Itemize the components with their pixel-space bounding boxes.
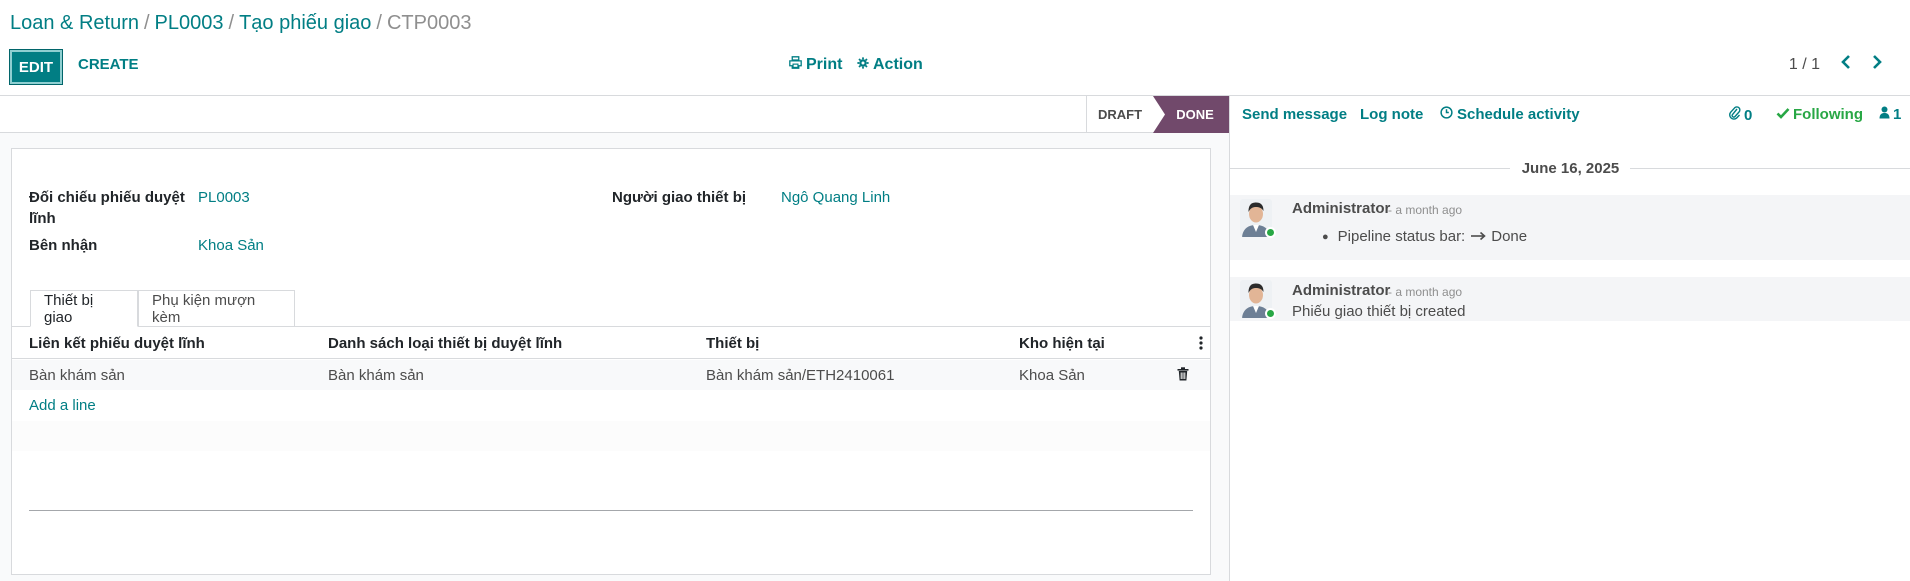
send-message-button[interactable]: Send message [1242, 106, 1347, 123]
gear-icon [857, 56, 869, 74]
control-panel: Loan & Return / PL0003/Tạo phiếu giao / CTP0… [0, 0, 1910, 96]
online-status-dot [1265, 308, 1276, 319]
attachments-button[interactable]: 0 [1729, 106, 1752, 124]
empty-row [12, 421, 1210, 451]
chatter-message: Administrator - a month ago ● Pipeline s… [1230, 195, 1910, 260]
message-author[interactable]: Administrator [1292, 200, 1390, 217]
doi-chieu-label-line2: lĩnh [29, 210, 56, 227]
tab-phu-kien-muon-kem[interactable]: Phụ kiện mượn kèm [138, 290, 295, 327]
log-note-button[interactable]: Log note [1360, 106, 1423, 123]
action-label: Action [873, 56, 923, 73]
stage-draft[interactable]: DRAFT [1086, 96, 1153, 133]
chevron-left-icon [1840, 55, 1852, 73]
ben-nhan-value[interactable]: Khoa Sản [198, 237, 264, 254]
pager-prev-button[interactable] [1835, 52, 1857, 76]
message-time: - a month ago [1388, 285, 1463, 299]
column-header[interactable]: Liên kết phiếu duyệt lĩnh [29, 335, 205, 352]
table-row[interactable]: Bàn khám sản Bàn khám sản Bàn khám sản/E… [12, 360, 1210, 390]
ben-nhan-label: Bên nhận [29, 237, 98, 254]
breadcrumb-item-tao-phieu-giao[interactable]: Tạo phiếu giao [239, 12, 371, 34]
clock-icon [1440, 106, 1453, 123]
table-cell: Bàn khám sản/ETH2410061 [706, 367, 895, 384]
check-icon [1776, 106, 1790, 123]
following-button[interactable]: Following [1776, 106, 1863, 123]
edit-button[interactable]: EDIT [9, 49, 63, 85]
status-bar: DRAFT DONE [0, 96, 1229, 133]
column-header[interactable]: Thiết bị [706, 335, 759, 352]
doi-chieu-value[interactable]: PL0003 [198, 189, 250, 206]
user-icon [1879, 106, 1890, 123]
bullet: ● [1322, 230, 1329, 243]
kebab-icon[interactable] [1199, 336, 1203, 354]
arrow-right-icon [1470, 228, 1486, 245]
action-button[interactable]: Action [857, 56, 923, 74]
tracking-value-line: ● Pipeline status bar: Done [1322, 228, 1527, 245]
form-sheet: Đối chiếu phiếu duyệt lĩnh PL0003 Bên nh… [11, 148, 1211, 575]
breadcrumb-current: CTP0003 [386, 12, 472, 34]
add-a-line-link[interactable]: Add a line [29, 397, 96, 414]
followers-count: 1 [1893, 106, 1902, 123]
breadcrumb-separator: / [376, 12, 382, 34]
chatter: Send message Log note Schedule activity … [1229, 96, 1910, 581]
table-cell: Khoa Sản [1019, 367, 1085, 384]
schedule-activity-label: Schedule activity [1457, 106, 1580, 123]
doi-chieu-label-line1: Đối chiếu phiếu duyệt [29, 189, 185, 206]
schedule-activity-button[interactable]: Schedule activity [1440, 106, 1580, 123]
tracking-field: Pipeline status bar: [1337, 228, 1466, 245]
pager-value[interactable]: 1 / 1 [1789, 56, 1820, 74]
nguoi-giao-value[interactable]: Ngô Quang Linh [781, 189, 890, 206]
message-author[interactable]: Administrator [1292, 282, 1390, 299]
message-time: - a month ago [1388, 203, 1463, 217]
print-button[interactable]: Print [789, 56, 842, 74]
date-separator: June 16, 2025 [1230, 158, 1910, 178]
attachments-count: 0 [1744, 106, 1753, 124]
column-header[interactable]: Kho hiện tại [1019, 335, 1105, 352]
table-cell: Bàn khám sản [29, 367, 125, 384]
column-header[interactable]: Danh sách loại thiết bị duyệt lĩnh [328, 335, 562, 352]
table-header: Liên kết phiếu duyệt lĩnh Danh sách loại… [12, 327, 1210, 359]
breadcrumb-separator: / [143, 12, 150, 34]
print-label: Print [806, 56, 843, 73]
message-body: Phiếu giao thiết bị created [1292, 303, 1466, 320]
chatter-message: Administrator - a month ago Phiếu giao t… [1230, 277, 1910, 321]
create-button[interactable]: CREATE [78, 56, 139, 73]
tracking-new-value: Done [1491, 228, 1528, 245]
date-separator-text: June 16, 2025 [1521, 160, 1620, 177]
chevron-right-icon [1871, 55, 1883, 73]
pager-next-button[interactable] [1866, 52, 1888, 76]
breadcrumb-separator: / [228, 12, 235, 34]
tab-thiet-bi-giao[interactable]: Thiết bị giao [30, 290, 138, 327]
breadcrumb-item-pl0003[interactable]: PL0003 [155, 12, 224, 34]
stage-done[interactable]: DONE [1153, 96, 1229, 133]
followers-button[interactable]: 1 [1879, 106, 1901, 123]
breadcrumb: Loan & Return / PL0003/Tạo phiếu giao / CTP0… [10, 12, 471, 35]
trash-icon[interactable] [1177, 367, 1189, 385]
doi-chieu-label: Đối chiếu phiếu duyệt lĩnh [29, 187, 185, 229]
table-cell: Bàn khám sản [328, 367, 424, 384]
breadcrumb-item-loan-return[interactable]: Loan & Return [10, 12, 139, 34]
nguoi-giao-label: Người giao thiết bị [612, 189, 747, 206]
separator-line [29, 510, 1193, 511]
online-status-dot [1265, 227, 1276, 238]
following-label: Following [1793, 106, 1863, 123]
printer-icon [789, 56, 802, 74]
paperclip-icon [1729, 106, 1741, 124]
